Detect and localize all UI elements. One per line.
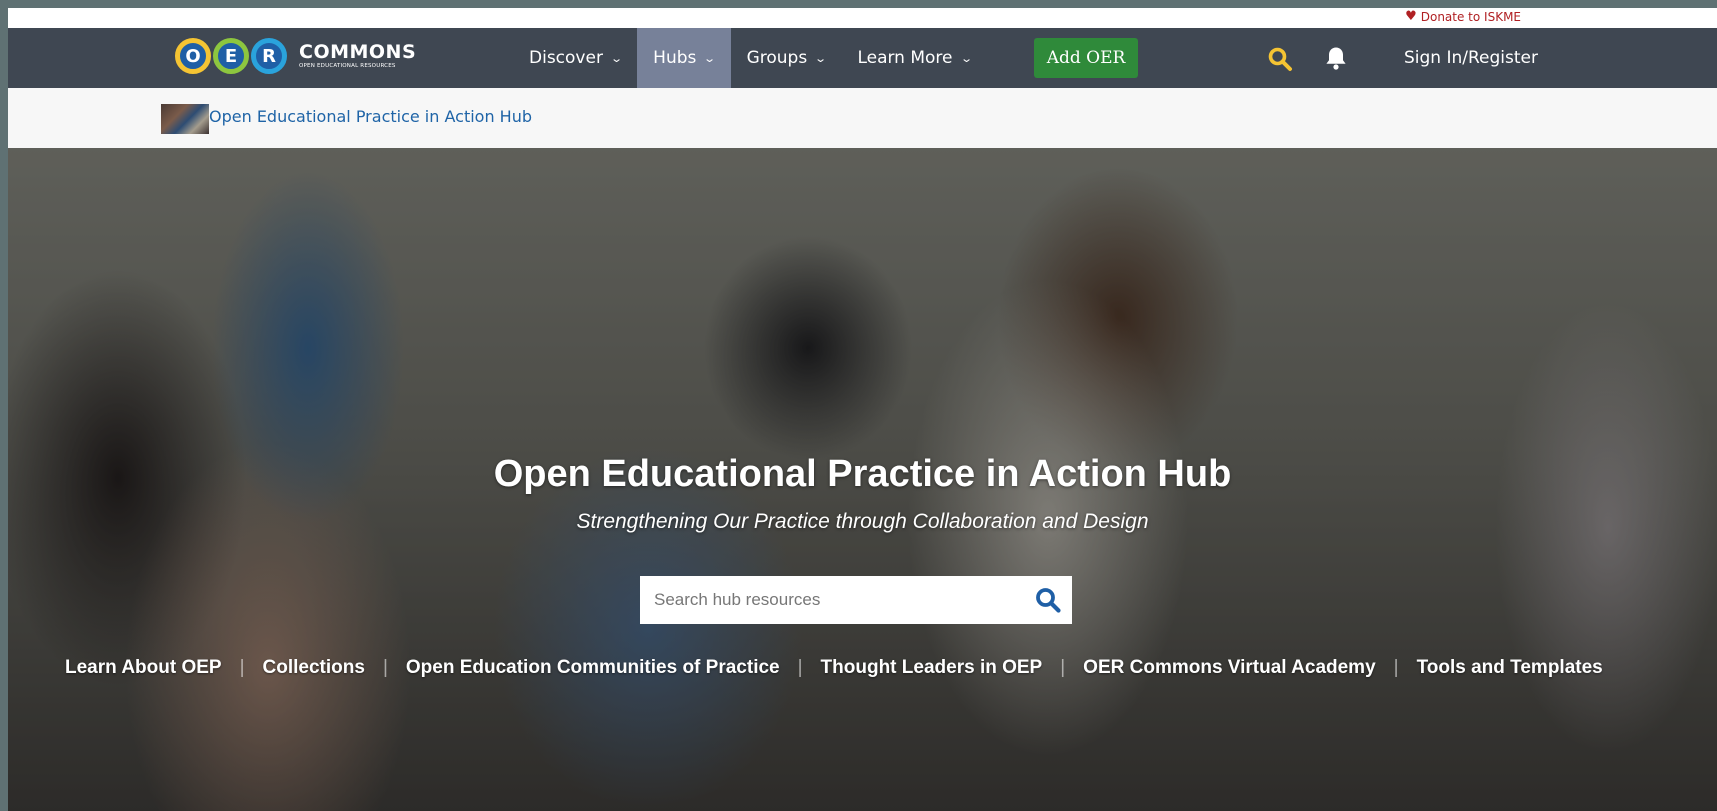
chevron-down-icon: ⌄: [703, 51, 717, 65]
hub-breadcrumb-bar: Open Educational Practice in Action Hub: [8, 88, 1717, 148]
hub-thumbnail[interactable]: [161, 104, 209, 134]
logo-letter-e: E: [213, 38, 249, 74]
search-icon: [1036, 588, 1061, 613]
hub-search-button[interactable]: [1024, 576, 1072, 624]
hub-nav-communities-of-practice[interactable]: Open Education Communities of Practice: [406, 657, 780, 679]
hub-nav-collections[interactable]: Collections: [263, 657, 365, 679]
hub-search-input[interactable]: [640, 576, 1024, 624]
add-oer-button[interactable]: Add OER: [1034, 38, 1138, 78]
hub-nav-virtual-academy[interactable]: OER Commons Virtual Academy: [1083, 657, 1375, 679]
oer-commons-logo[interactable]: O E R COMMONS OPEN EDUCATIONAL RESOURCES: [175, 38, 416, 74]
nav-item-learn-more[interactable]: Learn More ⌄: [841, 28, 986, 88]
hub-nav-thought-leaders[interactable]: Thought Leaders in OEP: [821, 657, 1043, 679]
nav-separator: |: [797, 657, 803, 678]
nav-separator: |: [1060, 657, 1066, 678]
nav-item-hubs[interactable]: Hubs ⌄: [637, 28, 731, 88]
nav-item-discover[interactable]: Discover ⌄: [513, 28, 637, 88]
nav-item-groups[interactable]: Groups ⌄: [731, 28, 842, 88]
logo-tagline: OPEN EDUCATIONAL RESOURCES: [299, 62, 396, 69]
bell-icon[interactable]: [1323, 45, 1349, 71]
sign-in-register-link[interactable]: Sign In/Register: [1404, 28, 1538, 88]
logo-letter-o: O: [175, 38, 211, 74]
nav-item-label: Learn More: [857, 48, 953, 68]
browser-page: ♥ Donate to ISKME O E R COMMONS OPEN EDU…: [8, 8, 1717, 811]
nav-item-label: Hubs: [653, 48, 697, 68]
hero-banner: Open Educational Practice in Action Hub …: [8, 148, 1717, 811]
logo-wordmark: COMMONS OPEN EDUCATIONAL RESOURCES: [299, 40, 417, 70]
primary-nav: Discover ⌄ Hubs ⌄ Groups ⌄ Learn More ⌄: [513, 28, 987, 88]
nav-separator: |: [1393, 657, 1399, 678]
chevron-down-icon: ⌄: [610, 51, 623, 65]
top-strip: ♥ Donate to ISKME: [8, 8, 1717, 28]
donate-link[interactable]: ♥ Donate to ISKME: [1405, 9, 1521, 24]
nav-item-label: Discover: [529, 48, 603, 68]
search-icon[interactable]: [1267, 46, 1293, 72]
hub-title-link[interactable]: Open Educational Practice in Action Hub: [209, 107, 532, 126]
donate-label: Donate to ISKME: [1420, 9, 1521, 24]
logo-letter-r: R: [251, 38, 287, 74]
hub-section-nav: Learn About OEP | Collections | Open Edu…: [65, 653, 1603, 683]
nav-item-label: Groups: [746, 48, 808, 68]
chevron-down-icon: ⌄: [814, 51, 828, 65]
hero-subtitle: Strengthening Our Practice through Colla…: [576, 510, 1149, 533]
heart-icon: ♥: [1405, 9, 1417, 24]
hub-nav-tools-and-templates[interactable]: Tools and Templates: [1417, 657, 1603, 679]
hero-title: Open Educational Practice in Action Hub: [493, 453, 1232, 495]
hub-nav-learn-about-oep[interactable]: Learn About OEP: [65, 657, 222, 679]
nav-separator: |: [239, 657, 245, 678]
hub-search-box: [640, 576, 1072, 624]
main-navbar: O E R COMMONS OPEN EDUCATIONAL RESOURCES…: [8, 28, 1717, 88]
logo-name: COMMONS: [299, 40, 417, 63]
nav-separator: |: [382, 657, 388, 678]
chevron-down-icon: ⌄: [959, 51, 973, 65]
